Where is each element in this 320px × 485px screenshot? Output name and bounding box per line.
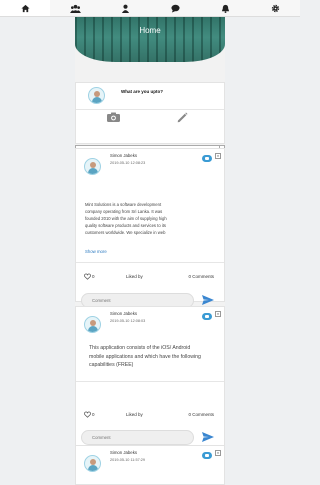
post-options-button[interactable]: ▾ <box>215 153 221 159</box>
post-body-line: customers worldwide. We specialize in we… <box>85 230 166 235</box>
home-icon <box>20 4 30 12</box>
divider <box>76 109 224 110</box>
post-body-line: company operating from Sri Lanka. It was <box>85 209 163 214</box>
liked-by-label[interactable]: Liked by <box>126 412 143 417</box>
status-prompt[interactable]: What are you upto? <box>121 89 163 94</box>
user-icon <box>121 4 129 13</box>
heart-icon[interactable] <box>84 273 91 280</box>
show-more-link[interactable]: Show more <box>85 249 107 254</box>
post-options-button[interactable]: ▾ <box>215 450 221 456</box>
comments-count[interactable]: 0 Comments <box>188 274 214 279</box>
post-body-line: mobile applications and which have the f… <box>89 353 201 360</box>
announcement-icon <box>202 452 212 459</box>
feed-column: Home What are you upto? All Posts ▾ Simo… <box>75 17 225 485</box>
post-options-button[interactable]: ▾ <box>215 311 221 317</box>
send-icon[interactable] <box>202 432 214 442</box>
liked-by-label[interactable]: Liked by <box>126 274 143 279</box>
author-avatar <box>84 316 101 333</box>
bell-icon <box>221 4 229 13</box>
post-body-line: founded 2010 with the aim of supplying h… <box>85 216 167 221</box>
post-body-line: This application consists of the iOS/ An… <box>89 345 191 351</box>
post-author[interactable]: Simon Jabeks <box>110 450 137 455</box>
like-count: 0 <box>92 274 95 279</box>
divider <box>76 381 224 382</box>
post-date: 2019-05-10 12:08:23 <box>110 161 146 165</box>
comment-input[interactable] <box>81 430 194 445</box>
author-avatar <box>84 455 101 472</box>
post-card: Simon Jabeks 2019-05-10 12:08:23 ▾ Mint … <box>75 148 225 308</box>
nav-profile[interactable] <box>100 0 150 16</box>
top-navigation <box>0 0 300 17</box>
avatar <box>88 87 105 104</box>
author-avatar <box>84 158 101 175</box>
post-body-line: capabilities (FREE) <box>89 362 134 368</box>
heart-icon[interactable] <box>84 411 91 418</box>
nav-groups[interactable] <box>50 0 100 16</box>
post-author[interactable]: Simon Jabeks <box>110 153 137 158</box>
send-icon[interactable] <box>202 295 214 305</box>
nav-home[interactable] <box>0 0 50 16</box>
camera-icon[interactable] <box>107 112 120 122</box>
nav-messages[interactable] <box>150 0 200 16</box>
status-composer: What are you upto? <box>75 82 225 144</box>
post-body-line: Mint Solutions is a software development <box>85 202 162 207</box>
post-card: Simon Jabeks 2019-05-10 12:08:03 ▾ This … <box>75 306 225 457</box>
post-card: Simon Jabeks 2019-05-10 11:57:29 ▾ <box>75 445 225 485</box>
post-author[interactable]: Simon Jabeks <box>110 311 137 316</box>
nav-settings[interactable] <box>250 0 300 16</box>
nav-notifications[interactable] <box>200 0 250 16</box>
announcement-icon <box>202 313 212 320</box>
post-body-line: quality software products and services t… <box>85 223 166 228</box>
post-date: 2019-05-10 12:08:03 <box>110 319 146 323</box>
post-body: Mint Solutions is a software development… <box>85 201 216 236</box>
forest-background-image <box>75 17 225 62</box>
page-header: Home <box>75 17 225 62</box>
divider <box>76 262 224 263</box>
announcement-icon <box>202 155 212 162</box>
users-icon <box>69 4 81 13</box>
gear-icon <box>271 4 279 12</box>
chat-icon <box>170 4 180 13</box>
pencil-icon[interactable] <box>177 112 188 123</box>
comments-count[interactable]: 0 Comments <box>188 412 214 417</box>
post-date: 2019-05-10 11:57:29 <box>110 458 145 462</box>
page-title: Home <box>139 26 161 35</box>
like-count: 0 <box>92 412 95 417</box>
post-body: This application consists of the iOS/ An… <box>89 344 214 370</box>
